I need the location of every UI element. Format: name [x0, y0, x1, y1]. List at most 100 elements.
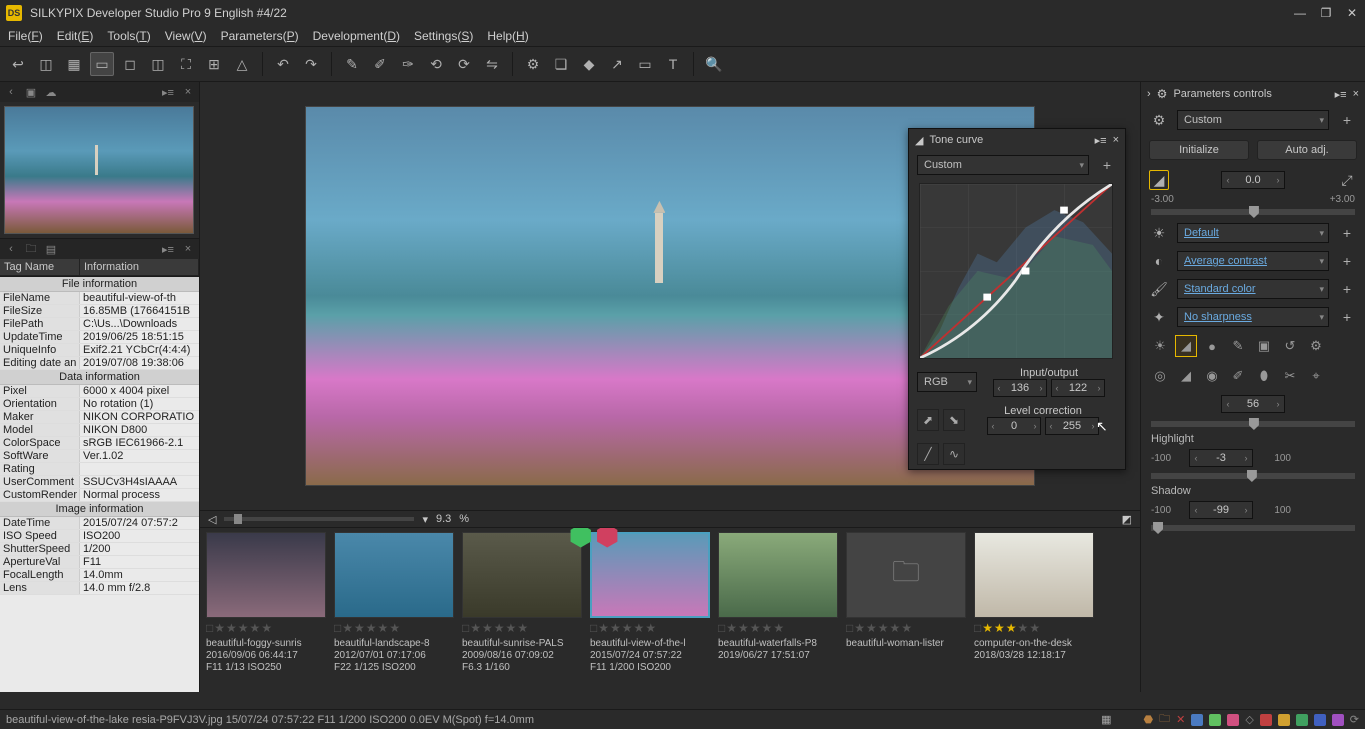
exposure-slider[interactable]: [1151, 209, 1355, 215]
chevron-right-icon[interactable]: ›: [1147, 88, 1151, 100]
tone-curve-panel[interactable]: ◢ Tone curve ▸≡ × Custom + RGB In: [908, 128, 1126, 470]
rating-stars[interactable]: □★★★★★: [590, 618, 712, 638]
rating-stars[interactable]: □★★★★★: [462, 618, 584, 638]
info-row[interactable]: Lens14.0 mm f/2.8: [0, 582, 199, 595]
status-folder-icon[interactable]: 🗀: [1159, 710, 1170, 729]
chip-blue[interactable]: [1191, 714, 1203, 726]
thumbnail-card[interactable]: □★★★★★beautiful-foggy-sunris2016/09/06 0…: [206, 532, 328, 688]
search-icon[interactable]: 🔍: [702, 52, 726, 76]
info-row[interactable]: UpdateTime2019/06/25 18:51:15: [0, 331, 199, 344]
fit-icon[interactable]: ⛶: [174, 52, 198, 76]
zoom-slider[interactable]: [224, 517, 414, 521]
filmstrip[interactable]: □★★★★★beautiful-foggy-sunris2016/09/06 0…: [200, 528, 1140, 692]
black-spinner[interactable]: ‹0›: [987, 417, 1041, 435]
chevron-left-icon[interactable]: ‹: [4, 85, 18, 99]
preset-gear-icon[interactable]: ⚙: [1149, 110, 1169, 130]
color-dropdown[interactable]: Standard color: [1177, 279, 1329, 299]
rating-stars[interactable]: □★★★★★: [974, 618, 1096, 638]
info-row[interactable]: OrientationNo rotation (1): [0, 398, 199, 411]
crop-icon[interactable]: ▣: [1253, 335, 1275, 357]
initialize-button[interactable]: Initialize: [1149, 140, 1249, 160]
menu-item[interactable]: Tools(T): [107, 29, 150, 43]
point-del-icon[interactable]: ⬊: [943, 409, 965, 431]
mid-spinner[interactable]: ‹56›: [1221, 395, 1285, 413]
info-row[interactable]: FileNamebeautiful-view-of-th: [0, 292, 199, 305]
minimize-button[interactable]: —: [1287, 0, 1313, 26]
table-icon[interactable]: ⊞: [202, 52, 226, 76]
navigator-thumbnail[interactable]: [4, 106, 194, 234]
sphere-icon[interactable]: ●: [1201, 335, 1223, 357]
info-row[interactable]: CustomRenderNormal process: [0, 489, 199, 502]
add-icon[interactable]: +: [1337, 307, 1357, 327]
panel-menu-icon[interactable]: ▸≡: [161, 242, 175, 256]
exposure-icon[interactable]: ◢: [1149, 170, 1169, 190]
menu-item[interactable]: View(V): [165, 29, 207, 43]
lens-icon[interactable]: ◉: [1201, 365, 1223, 387]
rating-stars[interactable]: □★★★★★: [846, 618, 968, 638]
panel-close-icon[interactable]: ×: [1353, 88, 1359, 100]
contrast-icon[interactable]: ◐: [1149, 251, 1169, 271]
nav-cloud-icon[interactable]: ☁: [44, 85, 58, 99]
info-row[interactable]: FocalLength14.0mm: [0, 569, 199, 582]
warning-icon[interactable]: ◩: [1122, 513, 1132, 526]
sharp-dropdown[interactable]: No sharpness: [1177, 307, 1329, 327]
chip-pink[interactable]: [1227, 714, 1239, 726]
single-view-icon[interactable]: ▭: [90, 52, 114, 76]
folder-icon[interactable]: 🗀: [24, 242, 38, 256]
undo2-icon[interactable]: ↺: [1279, 335, 1301, 357]
wand-icon[interactable]: ✎: [340, 52, 364, 76]
rating-stars[interactable]: □★★★★★: [206, 618, 328, 638]
info-row[interactable]: MakerNIKON CORPORATIO: [0, 411, 199, 424]
thumbnail-card[interactable]: □★★★★★beautiful-landscape-82012/07/01 07…: [334, 532, 456, 688]
chip-red[interactable]: [1260, 714, 1272, 726]
sharp-icon[interactable]: ✦: [1149, 307, 1169, 327]
thumbnail-card[interactable]: □★★★★★beautiful-sunrise-PALS2009/08/16 0…: [462, 532, 584, 688]
panel-menu-icon[interactable]: ▸≡: [1335, 88, 1347, 101]
split-icon[interactable]: ◫: [146, 52, 170, 76]
info-row[interactable]: ApertureValF11: [0, 556, 199, 569]
grid-icon[interactable]: ▦: [62, 52, 86, 76]
status-grid-icon[interactable]: ▦: [1101, 713, 1111, 726]
spline-icon[interactable]: ∿: [943, 443, 965, 465]
info-row[interactable]: Editing date an2019/07/08 19:38:06: [0, 357, 199, 370]
chevron-left-icon[interactable]: ‹: [4, 242, 18, 256]
info-row[interactable]: FileSize16.85MB (17664151B: [0, 305, 199, 318]
expand-icon[interactable]: ⤢: [1337, 170, 1357, 190]
color-icon[interactable]: 🖌: [1149, 279, 1169, 299]
crop2-icon[interactable]: ✂: [1279, 365, 1301, 387]
linear-icon[interactable]: ╱: [917, 443, 939, 465]
info-row[interactable]: Pixel6000 x 4004 pixel: [0, 385, 199, 398]
tri-icon[interactable]: ◢: [1175, 365, 1197, 387]
panel-close-icon[interactable]: ×: [181, 242, 195, 256]
chip-purple[interactable]: [1332, 714, 1344, 726]
mid-slider[interactable]: [1151, 421, 1355, 427]
eraser-icon[interactable]: ◆: [577, 52, 601, 76]
shadow-spinner[interactable]: ‹-99›: [1189, 501, 1253, 519]
eyedrop-icon[interactable]: ✑: [396, 52, 420, 76]
brush2-icon[interactable]: ✐: [1227, 365, 1249, 387]
sun-icon[interactable]: ☀: [1149, 335, 1171, 357]
shadow-slider[interactable]: [1151, 525, 1355, 531]
status-flag-icon[interactable]: ⬣: [1143, 713, 1153, 726]
info-row[interactable]: Rating: [0, 463, 199, 476]
refresh-icon[interactable]: ⟳: [1350, 713, 1359, 726]
wb-icon[interactable]: ☀: [1149, 223, 1169, 243]
compare-icon[interactable]: ◫: [34, 52, 58, 76]
white-spinner[interactable]: ‹255›: [1045, 417, 1099, 435]
thumbnail-card[interactable]: 🗀□★★★★★beautiful-woman-lister: [846, 532, 968, 688]
thumbnail-card[interactable]: □★★★★★beautiful-waterfalls-P82019/06/27 …: [718, 532, 840, 688]
add-icon[interactable]: +: [1337, 279, 1357, 299]
output-spinner[interactable]: ‹122›: [1051, 379, 1105, 397]
menu-item[interactable]: Edit(E): [57, 29, 94, 43]
undo-icon[interactable]: ↶: [271, 52, 295, 76]
back-icon[interactable]: ↩: [6, 52, 30, 76]
wand2-icon[interactable]: ✎: [1227, 335, 1249, 357]
zoom-dropdown-icon[interactable]: ▾: [422, 513, 428, 526]
gear2-icon[interactable]: ⚙: [1305, 335, 1327, 357]
info-row[interactable]: UserCommentSSUCv3H4sIAAAA: [0, 476, 199, 489]
contrast-dropdown[interactable]: Average contrast: [1177, 251, 1329, 271]
layers-icon[interactable]: ❏: [549, 52, 573, 76]
ring-icon[interactable]: ◎: [1149, 365, 1171, 387]
panel-close-icon[interactable]: ×: [181, 85, 195, 99]
menu-item[interactable]: Settings(S): [414, 29, 473, 43]
